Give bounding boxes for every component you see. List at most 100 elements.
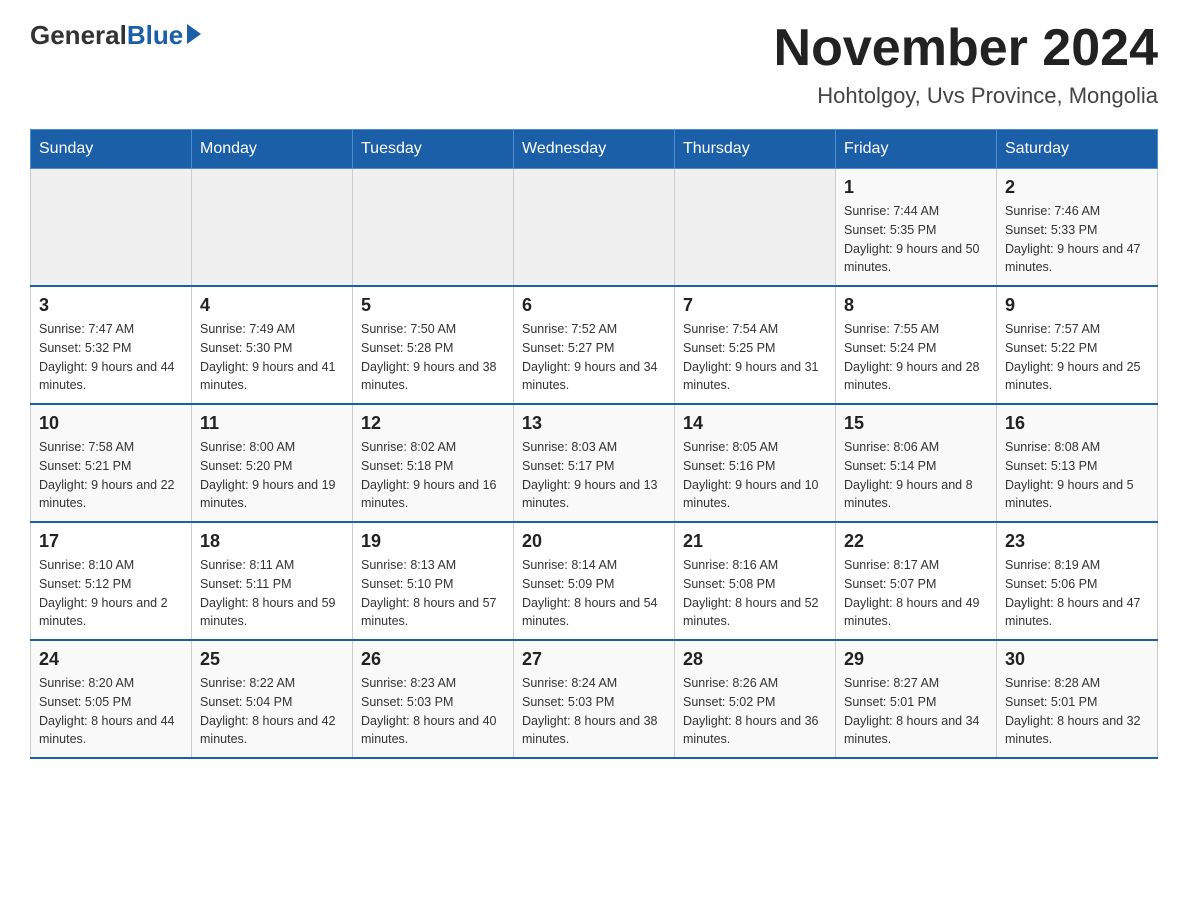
day-number: 26 [361, 649, 505, 670]
day-number: 24 [39, 649, 183, 670]
calendar-cell: 11Sunrise: 8:00 AM Sunset: 5:20 PM Dayli… [192, 404, 353, 522]
day-number: 27 [522, 649, 666, 670]
calendar-cell: 10 Sunrise: 7:58 AM Sunset: 5:21 PM Dayli… [31, 404, 192, 522]
day-info: Sunrise: 8:24 AM Sunset: 5:03 PM Dayligh… [522, 674, 666, 749]
calendar-cell [192, 169, 353, 287]
calendar-cell: 8 Sunrise: 7:55 AM Sunset: 5:24 PM Daylig… [836, 286, 997, 404]
calendar-week-4: 17 Sunrise: 8:10 AM Sunset: 5:12 PM Dayli… [31, 522, 1158, 640]
day-info: Sunrise: 7:58 AM Sunset: 5:21 PM Dayligh… [39, 438, 183, 513]
day-number: 19 [361, 531, 505, 552]
day-number: 16 [1005, 413, 1149, 434]
weekday-header-tuesday: Tuesday [353, 130, 514, 169]
day-info: Sunrise: 7:49 AM Sunset: 5:30 PM Dayligh… [200, 320, 344, 395]
day-info: Sunrise: 8:10 AM Sunset: 5:12 PM Dayligh… [39, 556, 183, 631]
calendar-cell: 28 Sunrise: 8:26 AM Sunset: 5:02 PM Dayli… [675, 640, 836, 758]
calendar-cell: 6 Sunrise: 7:52 AM Sunset: 5:27 PM Daylig… [514, 286, 675, 404]
calendar-cell: 26 Sunrise: 8:23 AM Sunset: 5:03 PM Dayli… [353, 640, 514, 758]
logo: General Blue [30, 20, 201, 51]
calendar-cell: 4 Sunrise: 7:49 AM Sunset: 5:30 PM Daylig… [192, 286, 353, 404]
calendar-cell: 3Sunrise: 7:47 AM Sunset: 5:32 PM Daylig… [31, 286, 192, 404]
calendar-cell: 16 Sunrise: 8:08 AM Sunset: 5:13 PM Dayli… [997, 404, 1158, 522]
day-number: 12 [361, 413, 505, 434]
day-info: Sunrise: 7:44 AM Sunset: 5:35 PM Dayligh… [844, 202, 988, 277]
day-number: 29 [844, 649, 988, 670]
calendar-cell: 5 Sunrise: 7:50 AM Sunset: 5:28 PM Daylig… [353, 286, 514, 404]
day-number: 2 [1005, 177, 1149, 198]
day-info: Sunrise: 7:46 AM Sunset: 5:33 PM Dayligh… [1005, 202, 1149, 277]
day-info: Sunrise: 7:47 AM Sunset: 5:32 PM Dayligh… [39, 320, 183, 395]
logo-general-text: General [30, 20, 127, 51]
calendar-cell: 13 Sunrise: 8:03 AM Sunset: 5:17 PM Dayli… [514, 404, 675, 522]
weekday-header-friday: Friday [836, 130, 997, 169]
day-info: Sunrise: 8:19 AM Sunset: 5:06 PM Dayligh… [1005, 556, 1149, 631]
day-info: Sunrise: 7:55 AM Sunset: 5:24 PM Dayligh… [844, 320, 988, 395]
day-info: Sunrise: 8:13 AM Sunset: 5:10 PM Dayligh… [361, 556, 505, 631]
calendar-cell: 19 Sunrise: 8:13 AM Sunset: 5:10 PM Dayli… [353, 522, 514, 640]
day-number: 4 [200, 295, 344, 316]
calendar-cell [675, 169, 836, 287]
calendar-header: SundayMondayTuesdayWednesdayThursdayFrid… [31, 130, 1158, 169]
calendar-cell: 15 Sunrise: 8:06 AM Sunset: 5:14 PM Dayli… [836, 404, 997, 522]
calendar-cell: 22Sunrise: 8:17 AM Sunset: 5:07 PM Dayli… [836, 522, 997, 640]
calendar-cell: 1 Sunrise: 7:44 AM Sunset: 5:35 PM Daylig… [836, 169, 997, 287]
day-number: 25 [200, 649, 344, 670]
calendar-cell: 14 Sunrise: 8:05 AM Sunset: 5:16 PM Dayli… [675, 404, 836, 522]
calendar-table: SundayMondayTuesdayWednesdayThursdayFrid… [30, 129, 1158, 759]
day-info: Sunrise: 8:03 AM Sunset: 5:17 PM Dayligh… [522, 438, 666, 513]
day-info: Sunrise: 8:14 AM Sunset: 5:09 PM Dayligh… [522, 556, 666, 631]
day-info: Sunrise: 7:57 AM Sunset: 5:22 PM Dayligh… [1005, 320, 1149, 395]
day-info: Sunrise: 8:06 AM Sunset: 5:14 PM Dayligh… [844, 438, 988, 513]
header: General Blue November 2024 Hohtolgoy, Uv… [30, 20, 1158, 109]
day-number: 15 [844, 413, 988, 434]
day-info: Sunrise: 8:02 AM Sunset: 5:18 PM Dayligh… [361, 438, 505, 513]
day-info: Sunrise: 7:50 AM Sunset: 5:28 PM Dayligh… [361, 320, 505, 395]
day-number: 9 [1005, 295, 1149, 316]
day-number: 18 [200, 531, 344, 552]
day-number: 10 [39, 413, 183, 434]
day-number: 1 [844, 177, 988, 198]
day-info: Sunrise: 8:27 AM Sunset: 5:01 PM Dayligh… [844, 674, 988, 749]
calendar-cell: 29 Sunrise: 8:27 AM Sunset: 5:01 PM Dayli… [836, 640, 997, 758]
calendar-week-1: 1 Sunrise: 7:44 AM Sunset: 5:35 PM Daylig… [31, 169, 1158, 287]
day-number: 30 [1005, 649, 1149, 670]
day-info: Sunrise: 8:08 AM Sunset: 5:13 PM Dayligh… [1005, 438, 1149, 513]
calendar-week-5: 24Sunrise: 8:20 AM Sunset: 5:05 PM Dayli… [31, 640, 1158, 758]
day-number: 13 [522, 413, 666, 434]
day-number: 22 [844, 531, 988, 552]
calendar-cell: 9 Sunrise: 7:57 AM Sunset: 5:22 PM Daylig… [997, 286, 1158, 404]
weekday-header-sunday: Sunday [31, 130, 192, 169]
calendar-cell: 2 Sunrise: 7:46 AM Sunset: 5:33 PM Daylig… [997, 169, 1158, 287]
day-number: 21 [683, 531, 827, 552]
calendar-cell [353, 169, 514, 287]
day-number: 23 [1005, 531, 1149, 552]
day-info: Sunrise: 8:22 AM Sunset: 5:04 PM Dayligh… [200, 674, 344, 749]
calendar-cell [31, 169, 192, 287]
calendar-body: 1 Sunrise: 7:44 AM Sunset: 5:35 PM Daylig… [31, 169, 1158, 759]
day-info: Sunrise: 8:00 AM Sunset: 5:20 PM Dayligh… [200, 438, 344, 513]
day-info: Sunrise: 7:54 AM Sunset: 5:25 PM Dayligh… [683, 320, 827, 395]
day-info: Sunrise: 8:23 AM Sunset: 5:03 PM Dayligh… [361, 674, 505, 749]
day-number: 28 [683, 649, 827, 670]
day-number: 20 [522, 531, 666, 552]
calendar-cell: 17 Sunrise: 8:10 AM Sunset: 5:12 PM Dayli… [31, 522, 192, 640]
weekday-header-row: SundayMondayTuesdayWednesdayThursdayFrid… [31, 130, 1158, 169]
day-number: 14 [683, 413, 827, 434]
calendar-cell: 12 Sunrise: 8:02 AM Sunset: 5:18 PM Dayli… [353, 404, 514, 522]
calendar-cell: 23 Sunrise: 8:19 AM Sunset: 5:06 PM Dayli… [997, 522, 1158, 640]
day-info: Sunrise: 8:05 AM Sunset: 5:16 PM Dayligh… [683, 438, 827, 513]
logo-triangle-icon [187, 24, 201, 44]
logo-blue-text: Blue [127, 20, 183, 51]
day-number: 17 [39, 531, 183, 552]
day-info: Sunrise: 7:52 AM Sunset: 5:27 PM Dayligh… [522, 320, 666, 395]
day-info: Sunrise: 8:16 AM Sunset: 5:08 PM Dayligh… [683, 556, 827, 631]
day-number: 5 [361, 295, 505, 316]
day-number: 6 [522, 295, 666, 316]
calendar-week-2: 3Sunrise: 7:47 AM Sunset: 5:32 PM Daylig… [31, 286, 1158, 404]
day-number: 8 [844, 295, 988, 316]
month-title: November 2024 [774, 20, 1158, 77]
calendar-week-3: 10 Sunrise: 7:58 AM Sunset: 5:21 PM Dayli… [31, 404, 1158, 522]
calendar-cell: 18Sunrise: 8:11 AM Sunset: 5:11 PM Dayli… [192, 522, 353, 640]
location-subtitle: Hohtolgoy, Uvs Province, Mongolia [774, 83, 1158, 109]
weekday-header-monday: Monday [192, 130, 353, 169]
day-info: Sunrise: 8:26 AM Sunset: 5:02 PM Dayligh… [683, 674, 827, 749]
